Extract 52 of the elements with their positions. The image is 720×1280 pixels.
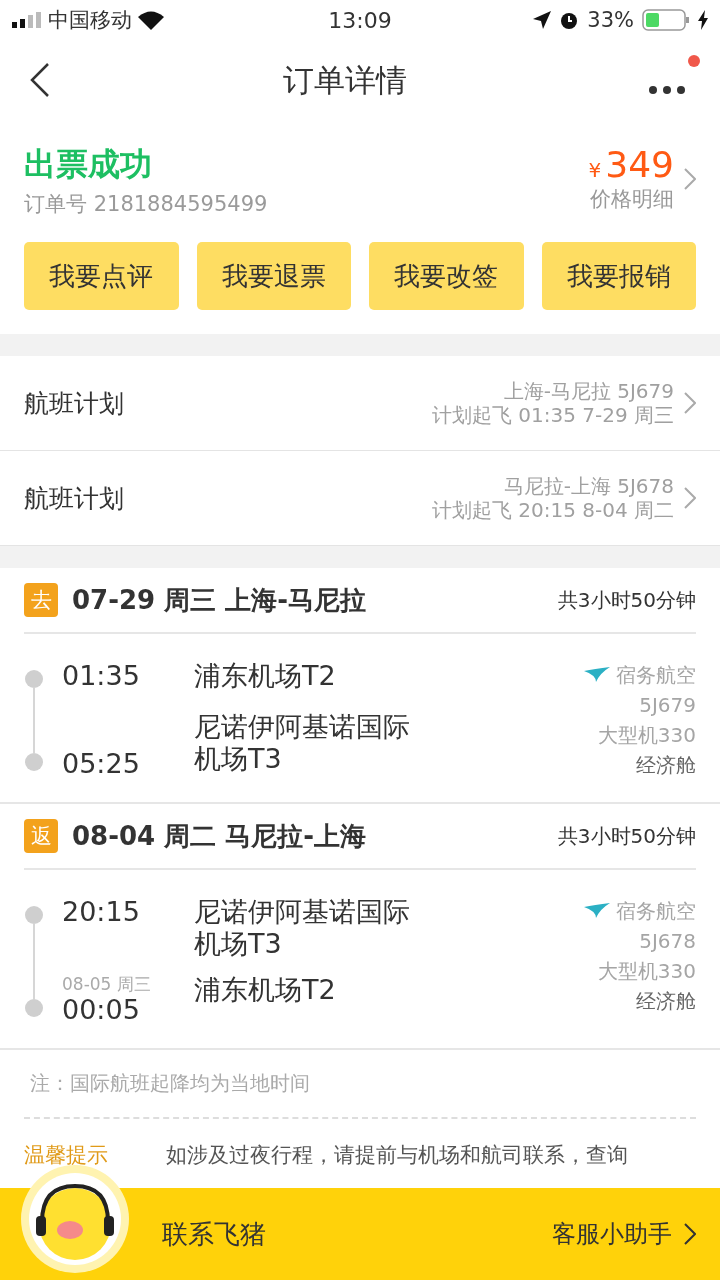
contact-label: 联系飞猪 bbox=[162, 1217, 266, 1251]
airport-name: 浦东机场T2 bbox=[194, 974, 337, 1006]
aircraft-type: 大型机330 bbox=[597, 722, 696, 749]
airline-name: 宿务航空 bbox=[616, 898, 696, 925]
tip-label: 温馨提示 bbox=[24, 1142, 108, 1169]
chevron-right-icon bbox=[684, 1223, 696, 1245]
airline-name: 宿务航空 bbox=[616, 662, 696, 689]
order-number: 订单号 2181884595499 bbox=[24, 191, 268, 218]
alarm-clock-icon bbox=[559, 10, 580, 30]
airport-name: 浦东机场T2 bbox=[194, 660, 337, 692]
more-icon bbox=[648, 85, 686, 95]
flight-time: 01:35 bbox=[62, 660, 141, 692]
clock-time: 13:09 bbox=[328, 7, 392, 33]
battery-percent: 33% bbox=[587, 8, 634, 32]
chevron-right-icon bbox=[684, 392, 696, 414]
charging-bolt-icon bbox=[698, 10, 708, 30]
trip-tag: 去 bbox=[24, 583, 58, 617]
flight-time: 00:05 bbox=[62, 994, 141, 1026]
assistant-link[interactable]: 客服小助手 bbox=[552, 1218, 696, 1250]
aircraft-type: 大型机330 bbox=[597, 958, 696, 985]
action-button[interactable]: 我要报销 bbox=[541, 242, 696, 310]
chevron-right-icon bbox=[684, 487, 696, 509]
avatar-icon bbox=[20, 1164, 130, 1274]
trip-title: 08-04 周二 马尼拉-上海 bbox=[72, 819, 368, 853]
flight-time: 05:25 bbox=[62, 748, 141, 780]
bird-logo-icon bbox=[584, 903, 610, 919]
airport-name: 尼诺伊阿基诺国际机场T3 bbox=[194, 711, 411, 775]
signal-icon bbox=[12, 12, 42, 28]
time-note: 注：国际航班起降均为当地时间 bbox=[29, 1070, 311, 1097]
airport-name: 尼诺伊阿基诺国际机场T3 bbox=[194, 896, 411, 960]
cabin-class: 经济舱 bbox=[636, 752, 696, 779]
flight-number: 5J678 bbox=[639, 928, 696, 955]
tip-text: 如涉及过夜行程，请提前与机场和航司联系，查询 bbox=[166, 1142, 628, 1169]
chevron-right-icon bbox=[684, 167, 696, 190]
trip-title: 07-29 周三 上海-马尼拉 bbox=[72, 583, 368, 617]
ticket-status: 出票成功 bbox=[24, 144, 153, 184]
trip-tag: 返 bbox=[24, 819, 58, 853]
bird-logo-icon bbox=[584, 667, 610, 683]
action-button[interactable]: 我要退票 bbox=[196, 242, 351, 310]
trip-duration: 共3小时50分钟 bbox=[557, 822, 696, 850]
flight-number: 5J679 bbox=[639, 692, 696, 719]
action-button[interactable]: 我要改签 bbox=[369, 242, 524, 310]
flight-time: 20:15 bbox=[62, 896, 141, 928]
cabin-class: 经济舱 bbox=[636, 988, 696, 1015]
location-arrow-icon bbox=[533, 11, 552, 29]
page-title: 订单详情 bbox=[283, 61, 407, 100]
wifi-icon bbox=[138, 10, 164, 30]
carrier-name: 中国移动 bbox=[48, 7, 132, 34]
trip-duration: 共3小时50分钟 bbox=[557, 586, 696, 614]
action-button[interactable]: 我要点评 bbox=[24, 242, 179, 310]
battery-icon bbox=[642, 9, 690, 31]
arrival-date: 08-05 周三 bbox=[62, 974, 152, 994]
